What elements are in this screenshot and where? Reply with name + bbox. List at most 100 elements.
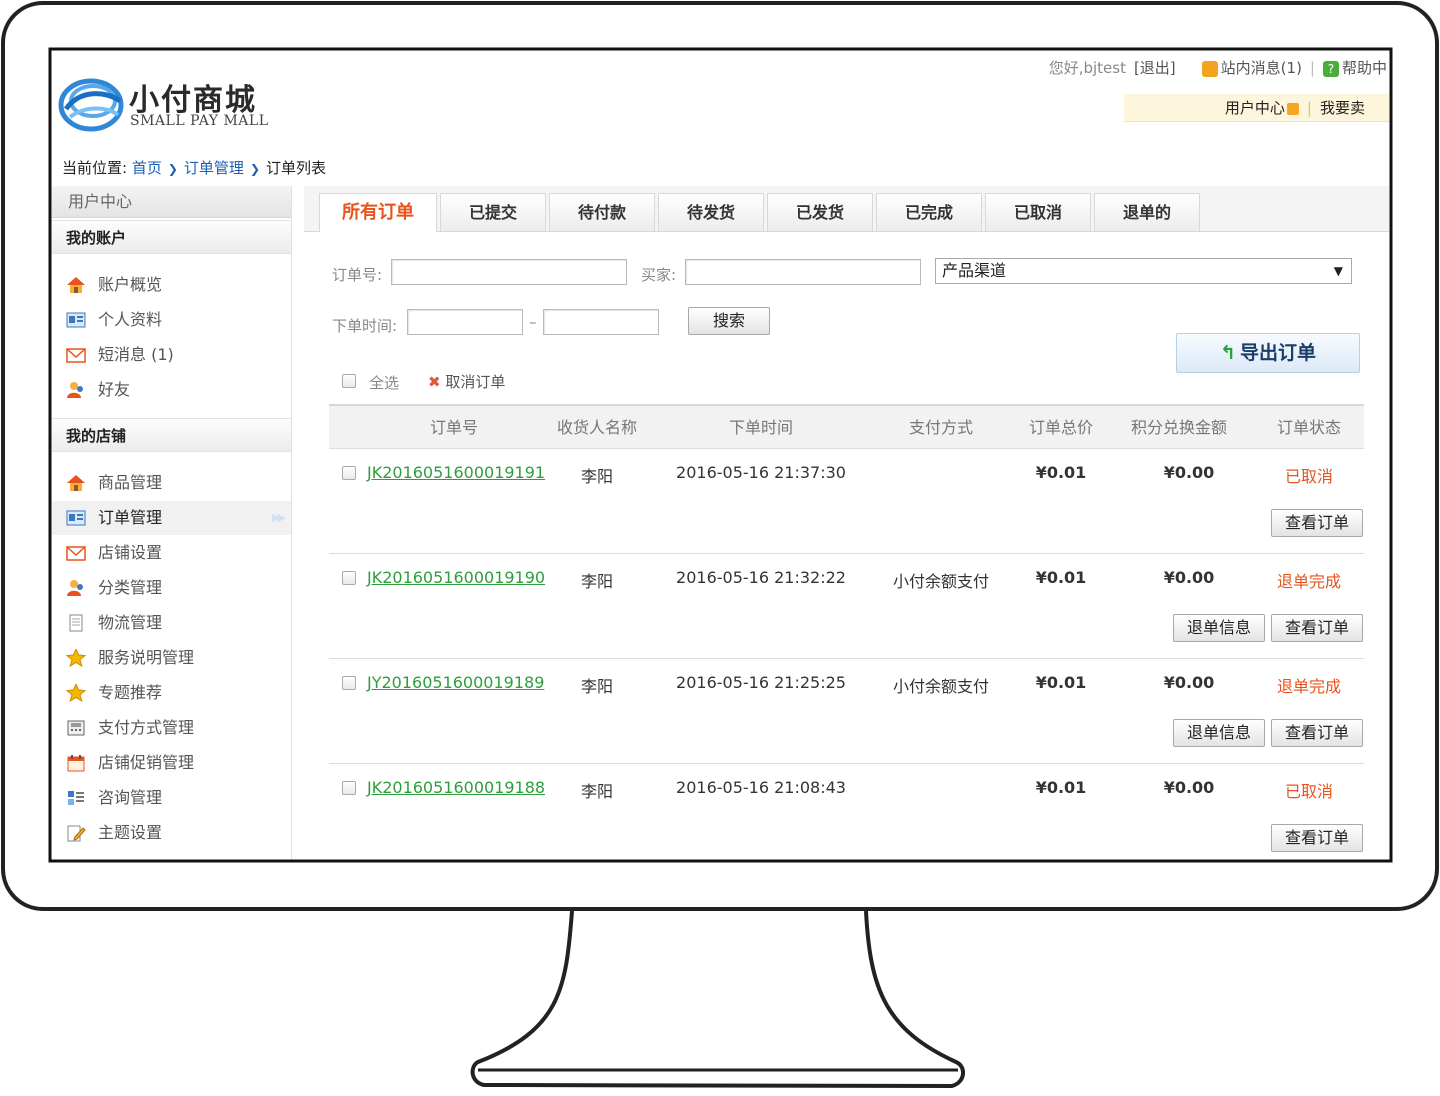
end-date-input[interactable] — [543, 309, 659, 335]
points-cell: ¥0.00 — [1163, 673, 1215, 692]
payment-cell: 小付余额支付 — [892, 572, 989, 591]
export-orders-button[interactable]: ↰ 导出订单 — [1176, 333, 1360, 373]
points-cell: ¥0.00 — [1163, 778, 1215, 797]
table-row: JK2016051600019191 李阳 2016-05-16 21:37:3… — [329, 449, 1364, 554]
help-link[interactable]: ? 帮助中 — [1322, 57, 1387, 78]
sidebar-item-topics[interactable]: 专题推荐 — [52, 676, 291, 710]
row-checkbox[interactable] — [342, 781, 356, 795]
breadcrumb-home[interactable]: 首页 — [132, 159, 162, 177]
row-checkbox[interactable] — [342, 676, 356, 690]
users-icon — [67, 580, 83, 596]
order-tabs: 所有订单 已提交 待付款 待发货 已发货 已完成 已取消 退单的 — [304, 186, 1389, 232]
logo-subtitle: SMALL PAY MALL — [130, 113, 269, 129]
breadcrumb-orders[interactable]: 订单管理 — [184, 159, 244, 177]
sidebar-item-payment[interactable]: 支付方式管理 — [52, 711, 291, 745]
order-number-link[interactable]: JY2016051600019189 — [367, 673, 544, 692]
tab-shipped[interactable]: 已发货 — [767, 193, 873, 231]
logo-icon — [58, 78, 124, 132]
select-all-checkbox[interactable] — [342, 374, 356, 388]
col-payment: 支付方式 — [908, 418, 973, 437]
start-date-input[interactable] — [407, 309, 523, 335]
sidebar-item-profile[interactable]: 个人资料 — [52, 303, 291, 337]
view-order-button[interactable]: 查看订单 — [1271, 824, 1363, 852]
tab-all-orders[interactable]: 所有订单 — [319, 193, 437, 232]
order-number-input[interactable] — [391, 259, 627, 285]
order-number-label: 订单号: — [332, 266, 383, 284]
receiver-cell: 李阳 — [580, 572, 613, 591]
time-cell: 2016-05-16 21:25:25 — [676, 673, 846, 692]
col-order-number: 订单号 — [429, 418, 478, 437]
buyer-label: 买家: — [641, 266, 677, 284]
payment-cell: 小付余额支付 — [892, 677, 989, 696]
buyer-input[interactable] — [685, 259, 921, 285]
status-badge: 退单完成 — [1276, 572, 1341, 591]
grid-icon — [68, 791, 84, 805]
channel-select-value: 产品渠道 — [942, 261, 1007, 280]
id-card-icon — [66, 510, 86, 526]
main-content: 所有订单 已提交 待付款 待发货 已发货 已完成 已取消 退单的 订单号: 买家… — [304, 186, 1389, 859]
speaker-icon — [1201, 60, 1218, 77]
sidebar-group-account: 我的账户 — [52, 220, 291, 254]
tab-submitted[interactable]: 已提交 — [440, 193, 546, 231]
view-order-button[interactable]: 查看订单 — [1271, 614, 1363, 642]
tab-cancelled[interactable]: 已取消 — [985, 193, 1091, 231]
total-cell: ¥0.01 — [1035, 463, 1087, 482]
envelope-icon — [66, 546, 86, 561]
user-bar: 用户中心 | 我要卖 — [1124, 94, 1389, 122]
sidebar-item-theme[interactable]: 主题设置 — [52, 816, 291, 850]
calendar-icon — [67, 755, 85, 772]
breadcrumb: 当前位置: 首页 ❯ 订单管理 ❯ 订单列表 — [62, 157, 326, 178]
search-button[interactable]: 搜索 — [688, 307, 770, 335]
row-checkbox[interactable] — [342, 571, 356, 585]
col-order-time: 下单时间 — [728, 418, 793, 437]
time-cell: 2016-05-16 21:32:22 — [676, 568, 846, 587]
sidebar-item-promotions[interactable]: 店铺促销管理 — [52, 746, 291, 780]
order-number-link[interactable]: JK2016051600019188 — [367, 778, 545, 797]
logout-link[interactable]: [退出] — [1134, 57, 1176, 78]
view-order-button[interactable]: 查看订单 — [1271, 509, 1363, 537]
order-number-link[interactable]: JK2016051600019191 — [367, 463, 545, 482]
row-checkbox[interactable] — [342, 466, 356, 480]
sidebar-item-products[interactable]: 商品管理 — [52, 466, 291, 500]
sell-link[interactable]: 我要卖 — [1320, 97, 1365, 118]
top-links: 您好,bjtest [退出] 站内消息(1) | ? 帮助中 — [1049, 57, 1387, 78]
sidebar-item-categories[interactable]: 分类管理 — [52, 571, 291, 605]
sidebar-item-service[interactable]: 服务说明管理 — [52, 641, 291, 675]
col-points: 积分兑换金额 — [1130, 418, 1227, 437]
user-center-link[interactable]: 用户中心 — [1225, 97, 1299, 118]
tab-completed[interactable]: 已完成 — [876, 193, 982, 231]
col-receiver: 收货人名称 — [556, 418, 637, 437]
table-header: 订单号 收货人名称 下单时间 支付方式 订单总价 积分兑换金额 订单状态 — [329, 404, 1364, 449]
channel-select[interactable]: 产品渠道 ▼ — [935, 258, 1352, 284]
sidebar-item-friends[interactable]: 好友 — [52, 373, 291, 407]
messages-link[interactable]: 站内消息(1) — [1201, 57, 1302, 78]
edit-icon — [67, 825, 86, 842]
separator: | — [1309, 58, 1315, 77]
tab-pending-shipment[interactable]: 待发货 — [658, 193, 764, 231]
users-icon — [67, 382, 83, 398]
receiver-cell: 李阳 — [580, 467, 613, 486]
sidebar-item-logistics[interactable]: 物流管理 — [52, 606, 291, 640]
table-row: JK2016051600019188 李阳 2016-05-16 21:08:4… — [329, 764, 1364, 859]
sidebar-item-store-settings[interactable]: 店铺设置 — [52, 536, 291, 570]
breadcrumb-current: 订单列表 — [266, 159, 327, 177]
close-icon: ✖ — [428, 373, 441, 391]
refund-info-button[interactable]: 退单信息 — [1173, 614, 1265, 642]
sidebar-item-account-overview[interactable]: 账户概览 — [52, 268, 291, 302]
separator: | — [1306, 98, 1312, 117]
tab-returned[interactable]: 退单的 — [1094, 193, 1200, 231]
status-badge: 退单完成 — [1276, 677, 1341, 696]
sidebar: 用户中心 我的账户 账户概览 个人资料 短消息 (1) 好友 我的店铺 商品管理… — [52, 186, 292, 859]
refund-info-button[interactable]: 退单信息 — [1173, 719, 1265, 747]
sidebar-title: 用户中心 — [52, 186, 291, 218]
cancel-order-button[interactable]: ✖ 取消订单 — [428, 371, 505, 392]
receiver-cell: 李阳 — [580, 782, 613, 801]
sidebar-item-messages[interactable]: 短消息 (1) — [52, 338, 291, 372]
order-number-link[interactable]: JK2016051600019190 — [367, 568, 545, 587]
sidebar-item-consulting[interactable]: 咨询管理 — [52, 781, 291, 815]
view-order-button[interactable]: 查看订单 — [1271, 719, 1363, 747]
tab-pending-payment[interactable]: 待付款 — [549, 193, 655, 231]
select-all-label: 全选 — [369, 374, 400, 392]
phone-icon — [67, 720, 85, 736]
sidebar-item-orders[interactable]: 订单管理 ▶▶ — [52, 501, 291, 535]
